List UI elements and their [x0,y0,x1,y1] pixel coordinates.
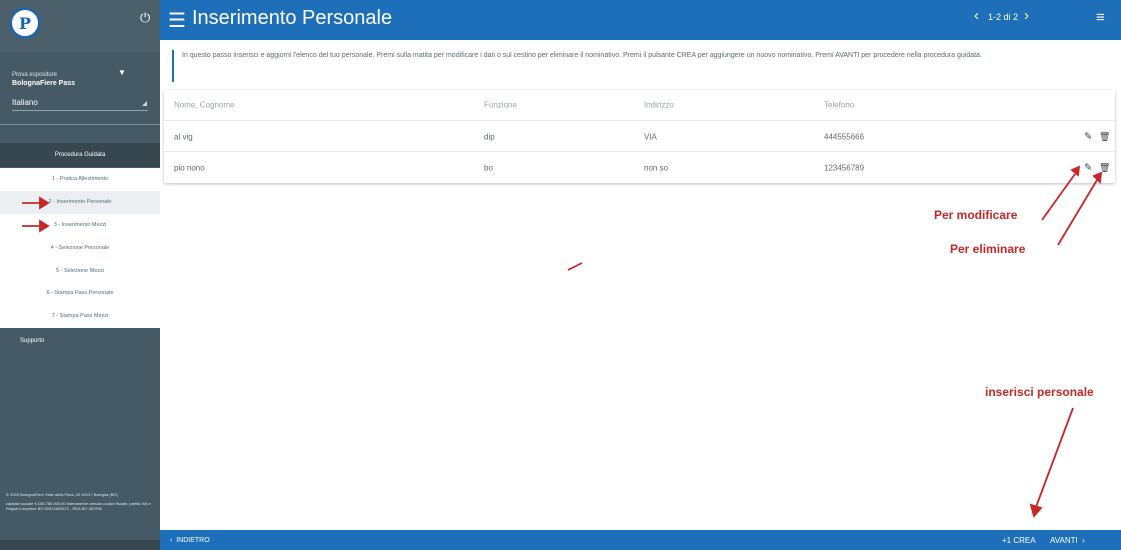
step-1[interactable]: 1 - Pratica Allestimento [0,168,160,191]
cell-address: non so [644,163,669,172]
step-7[interactable]: 7 - Stampa Pass Mezzi [0,305,160,328]
footer-legal: capitale sociale € 106.780.000,00 intera… [6,501,151,511]
footer-address: © 2020 BolognaFiere Viale della Fiera, 2… [6,492,118,497]
sidebar: P ⏻ Prova espositore BolognaFiere Pass ▼… [0,0,160,550]
trash-icon[interactable]: 🗑 [1099,162,1110,173]
sidebar-bottom [0,540,160,550]
info-text: In questo passo inserisci e aggiorni l'e… [172,50,1110,82]
language-underline [12,110,148,111]
cell-phone: 123456789 [824,163,865,172]
next-button[interactable]: AVANTI › [1050,530,1085,550]
sidebar-divider [0,124,160,125]
steps-list: 1 - Pratica Allestimento 2 - Inserimento… [0,168,160,328]
pager-label: 1-2 di 2 [988,12,1019,22]
create-button[interactable]: +1 CREA [1002,530,1036,550]
expositor-name: BolognaFiere Pass [12,80,76,87]
chevron-right-icon: › [1077,535,1085,545]
bottom-bar: ‹ INDIETRO +1 CREA AVANTI › [160,530,1121,550]
cell-function: bo [484,163,493,172]
trash-icon[interactable]: 🗑 [1099,131,1110,142]
create-label: +1 CREA [1002,535,1036,545]
personnel-table: Nome, Cognome Funzione Indirizzo Telefon… [164,90,1115,183]
select-corner-icon [142,101,147,106]
logo: P [10,8,40,38]
cell-name: pio nono [174,163,205,172]
cell-phone: 444555666 [824,132,865,141]
filter-icon[interactable]: ≡ [1096,9,1105,26]
procedure-header[interactable]: Procedura Guidata [0,143,160,167]
page-title: Inserimento Personale [192,7,393,29]
support-link[interactable]: Supporto [0,338,160,344]
column-name: Nome, Cognome [174,100,235,110]
step-4[interactable]: 4 - Selezione Personale [0,236,160,259]
top-bar: ☰ Inserimento Personale ‹ 1-2 di 2 › ≡ [160,0,1121,40]
table-row[interactable]: al vig dip VIA 444555666 ✎ 🗑 [164,120,1115,152]
step-3[interactable]: 3 - Inserimento Mezzi [0,214,160,237]
pencil-icon[interactable]: ✎ [1084,162,1092,173]
table-row[interactable]: pio nono bo non so 123456789 ✎ 🗑 [164,151,1115,183]
cell-name: al vig [174,132,193,141]
annotation-delete: Per eliminare [950,242,1026,256]
annotation-modify: Per modificare [934,208,1018,222]
column-phone: Telefono [824,100,855,110]
step-6[interactable]: 6 - Stampa Pass Personale [0,282,160,305]
step-5[interactable]: 5 - Selezione Mezzi [0,259,160,282]
table-header: Nome, Cognome Funzione Indirizzo Telefon… [164,90,1115,120]
cell-function: dip [484,132,495,141]
sidebar-footer: © 2020 BolognaFiere Viale della Fiera, 2… [6,492,156,515]
back-label: INDIETRO [176,536,210,544]
column-function: Funzione [484,100,517,110]
column-address: Indirizzo [644,100,674,110]
chevron-left-icon[interactable]: ‹ [974,7,979,24]
expositor-label: Prova espositore [12,72,58,78]
chevron-down-icon[interactable]: ▼ [118,68,126,77]
annotation-arrows [22,165,1103,518]
pencil-icon[interactable]: ✎ [1084,131,1092,142]
cell-address: VIA [644,132,657,141]
back-button[interactable]: ‹ INDIETRO [170,530,210,550]
language-select[interactable]: Italiano [12,98,38,107]
annotation-insert: inserisci personale [985,385,1094,399]
power-icon[interactable]: ⏻ [140,10,150,26]
next-label: AVANTI [1050,535,1078,545]
hamburger-menu-icon[interactable]: ☰ [168,8,186,33]
step-2[interactable]: 2 - Inserimento Personale [0,190,160,214]
sidebar-header: P ⏻ [0,0,160,52]
chevron-right-icon[interactable]: › [1024,7,1029,24]
